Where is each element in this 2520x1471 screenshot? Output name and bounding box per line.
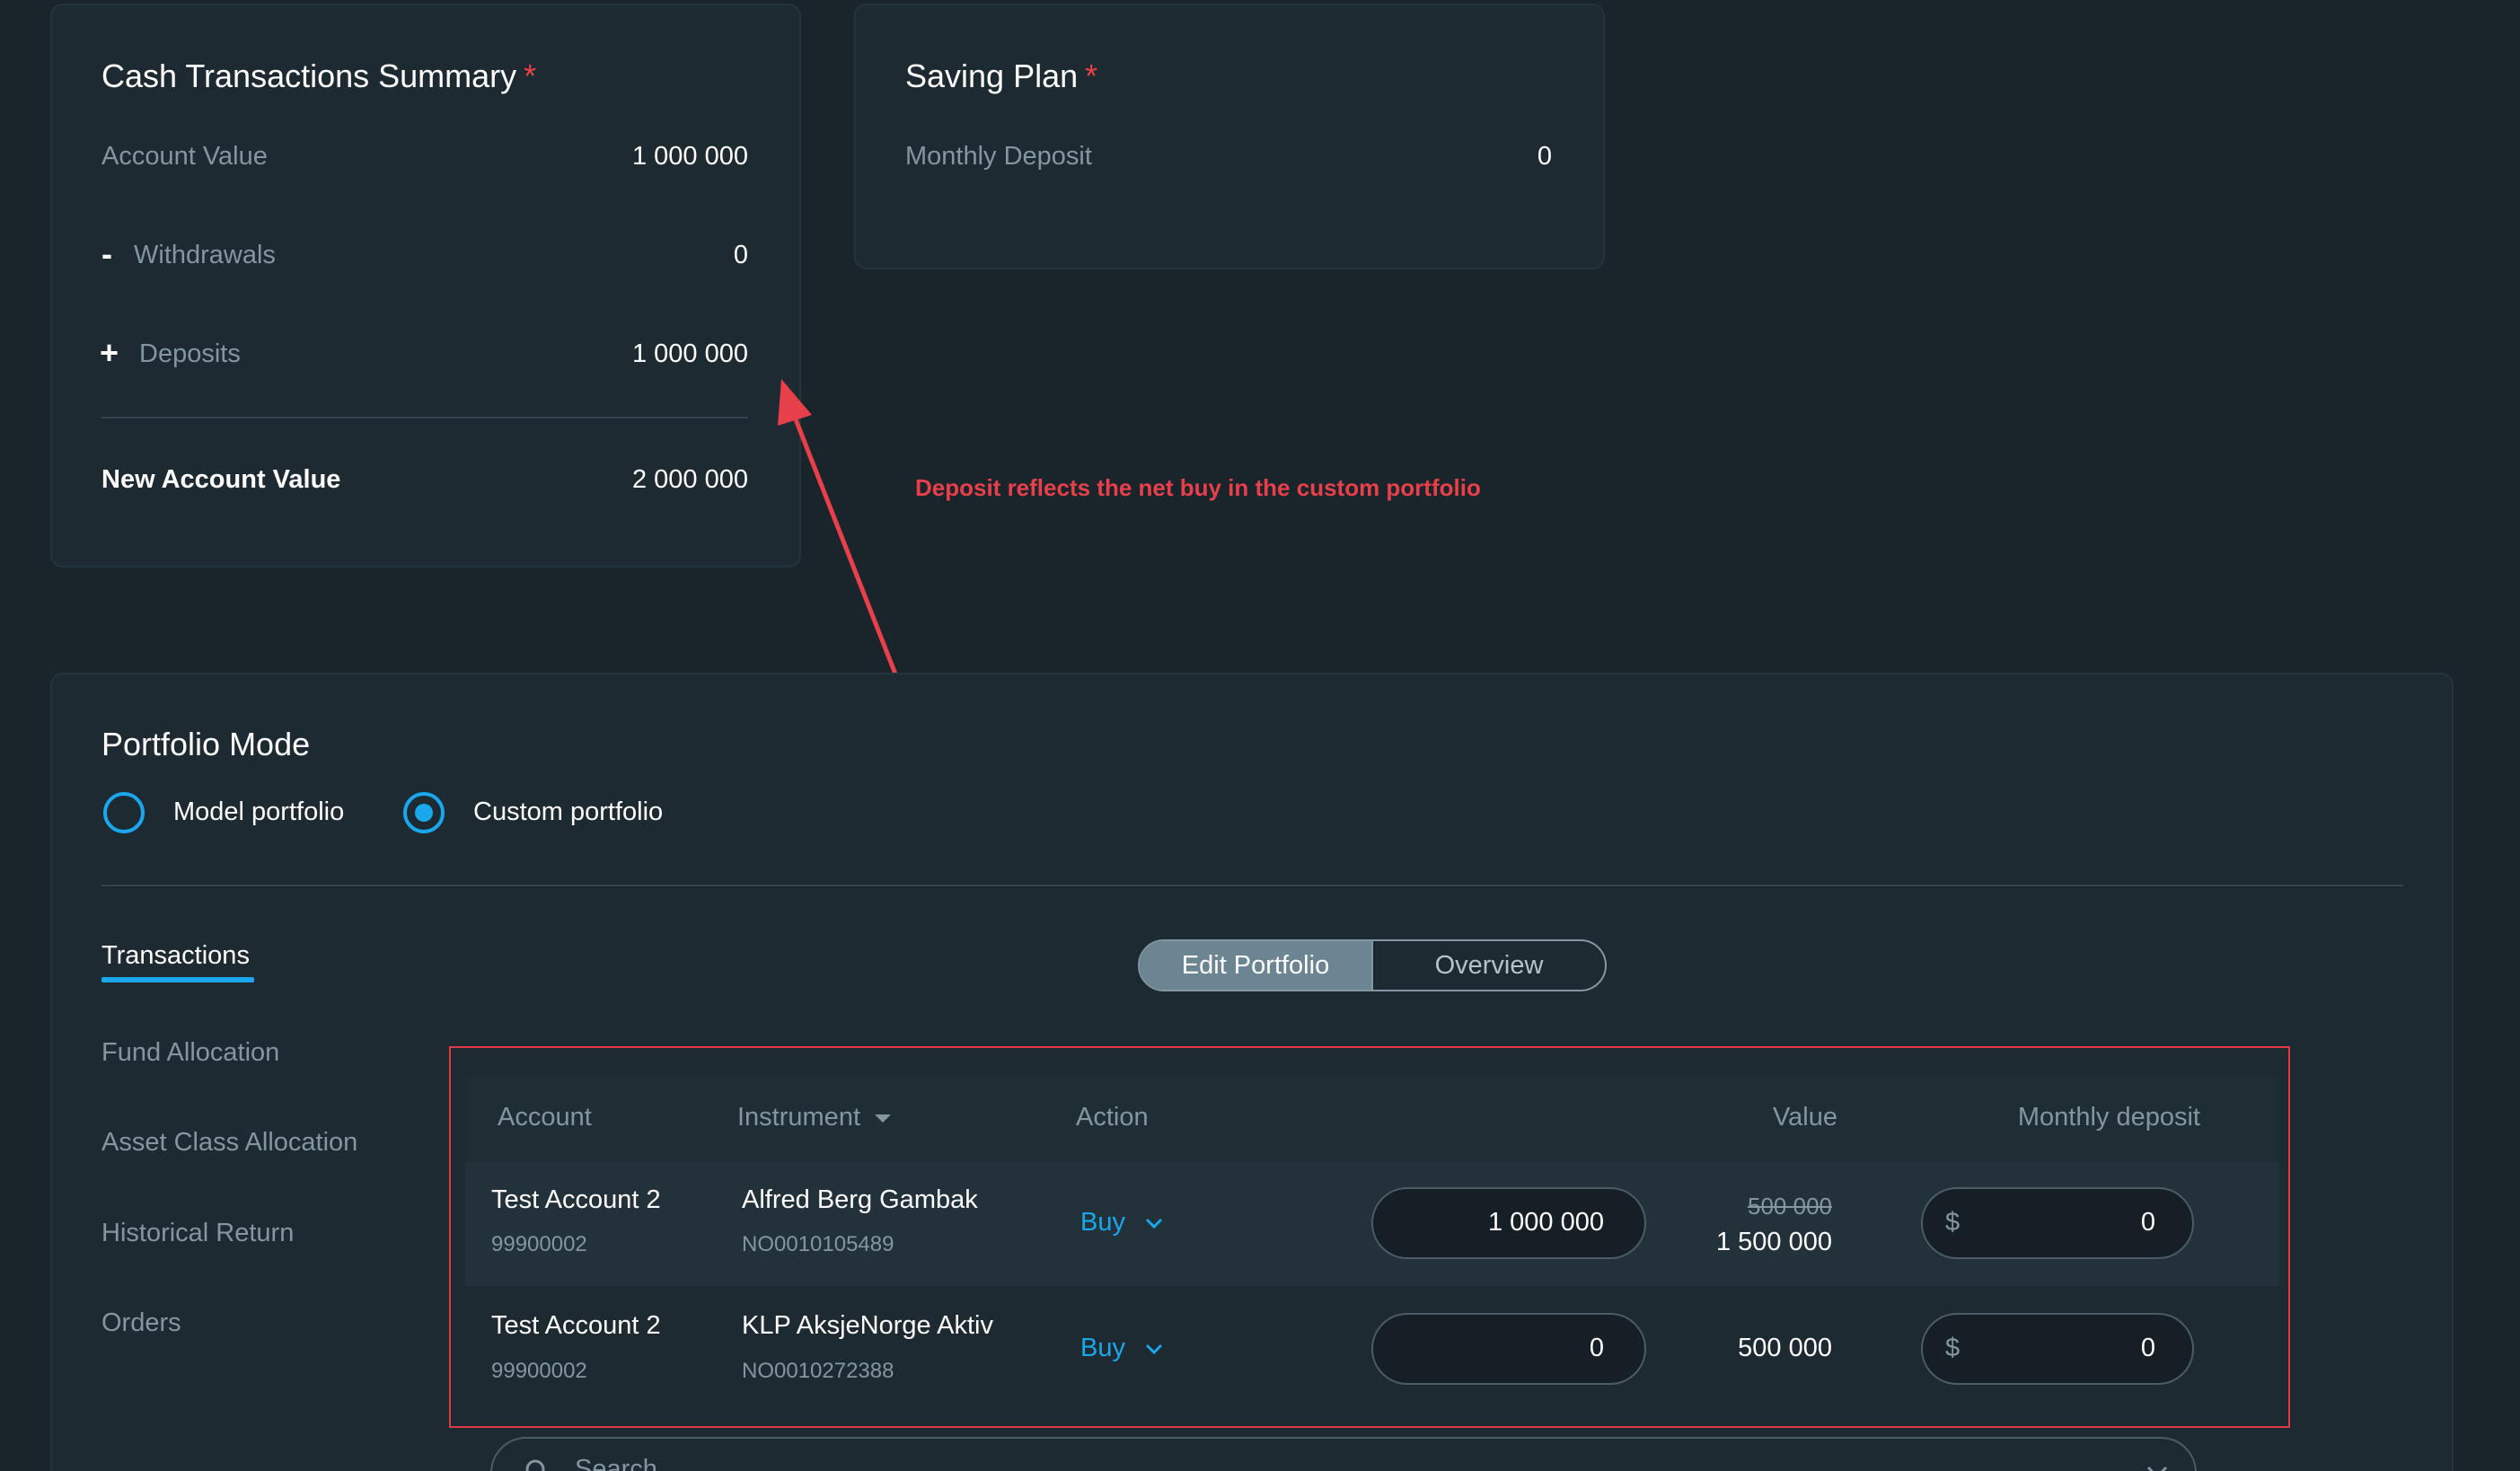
nav-transactions[interactable]: Transactions — [101, 941, 250, 971]
nav-historical-return[interactable]: Historical Return — [101, 1219, 294, 1248]
overview-tab[interactable]: Overview — [1373, 941, 1605, 990]
search-input[interactable]: Search — [490, 1437, 2197, 1471]
portfolio-mode-title: Portfolio Mode — [101, 726, 311, 762]
edit-portfolio-tab[interactable]: Edit Portfolio — [1140, 941, 1373, 990]
nav-asset-class-allocation[interactable]: Asset Class Allocation — [101, 1128, 357, 1158]
view-toggle: Edit Portfolio Overview — [1138, 939, 1607, 991]
model-portfolio-radio[interactable] — [103, 792, 145, 833]
custom-portfolio-radio[interactable] — [403, 792, 445, 833]
nav-fund-allocation[interactable]: Fund Allocation — [101, 1038, 279, 1068]
nav-active-underline — [101, 977, 254, 982]
model-portfolio-label[interactable]: Model portfolio — [173, 797, 344, 827]
portfolio-divider — [101, 885, 2403, 886]
search-icon — [525, 1459, 545, 1471]
highlight-frame — [449, 1046, 2290, 1428]
chevron-down-icon — [2146, 1466, 2168, 1471]
search-placeholder: Search — [575, 1455, 657, 1471]
nav-orders[interactable]: Orders — [101, 1308, 181, 1338]
custom-portfolio-label[interactable]: Custom portfolio — [473, 797, 663, 827]
